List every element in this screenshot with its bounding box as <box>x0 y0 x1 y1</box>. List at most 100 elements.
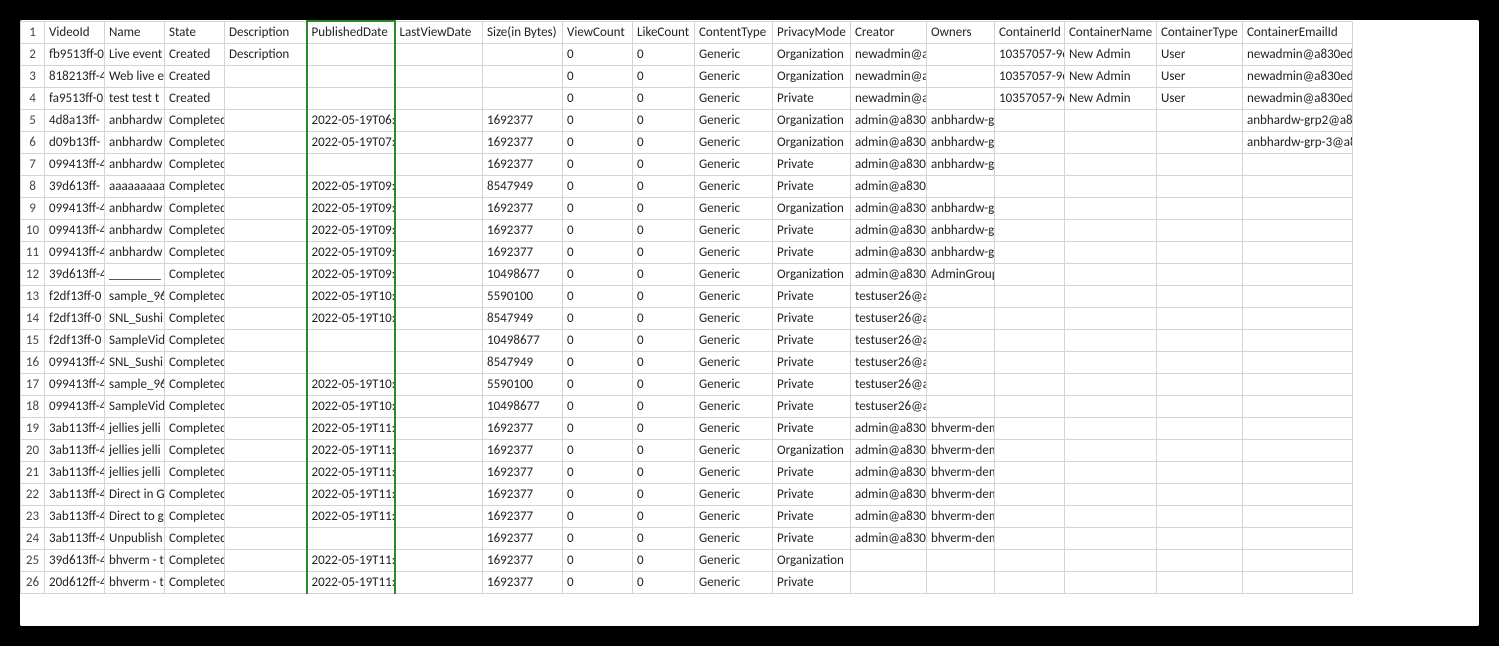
cell[interactable] <box>1157 395 1243 417</box>
cell[interactable]: SampleVid <box>105 329 165 351</box>
cell[interactable]: Completed <box>165 329 225 351</box>
column-header[interactable]: ContainerEmailId <box>1243 21 1353 43</box>
cell[interactable]: 0 <box>633 351 695 373</box>
cell[interactable]: Generic <box>695 219 773 241</box>
cell[interactable]: newadmin@a830edad905084986 <box>1243 43 1353 65</box>
cell[interactable]: 0 <box>563 351 633 373</box>
cell[interactable]: anbhardw-grp-3@a830edad9050849863E220330… <box>927 219 995 241</box>
cell[interactable]: Private <box>773 153 851 175</box>
cell[interactable]: 099413ff-4 <box>45 395 105 417</box>
cell[interactable]: anbhardw <box>105 109 165 131</box>
cell[interactable] <box>395 219 483 241</box>
cell[interactable]: Generic <box>695 329 773 351</box>
cell[interactable] <box>1157 351 1243 373</box>
cell[interactable]: jellies jelli <box>105 417 165 439</box>
cell[interactable]: 0 <box>633 87 695 109</box>
cell[interactable]: 099413ff-4 <box>45 197 105 219</box>
cell[interactable] <box>1065 197 1157 219</box>
cell[interactable] <box>395 285 483 307</box>
cell[interactable]: Organization <box>773 65 851 87</box>
cell[interactable]: 0 <box>633 571 695 593</box>
cell[interactable]: 0 <box>633 263 695 285</box>
cell[interactable] <box>851 571 927 593</box>
cell[interactable]: 2022-05-19T09:24:54.5274103 <box>307 175 395 197</box>
cell[interactable] <box>225 527 307 549</box>
cell[interactable] <box>1243 285 1353 307</box>
cell[interactable] <box>1065 329 1157 351</box>
cell[interactable]: Completed <box>165 417 225 439</box>
cell[interactable]: 1692377 <box>483 241 563 263</box>
cell[interactable]: bhverm-demo@a830edad9050849863E22033000.… <box>927 417 995 439</box>
cell[interactable] <box>225 351 307 373</box>
cell[interactable] <box>1157 131 1243 153</box>
cell[interactable] <box>1157 175 1243 197</box>
cell[interactable]: Completed <box>165 175 225 197</box>
cell[interactable] <box>927 549 995 571</box>
cell[interactable] <box>395 439 483 461</box>
cell[interactable] <box>225 505 307 527</box>
cell[interactable] <box>307 527 395 549</box>
cell[interactable]: admin@a830e <box>851 439 927 461</box>
cell[interactable]: 0 <box>633 505 695 527</box>
cell[interactable]: New Admin <box>1065 43 1157 65</box>
cell[interactable]: test test t <box>105 87 165 109</box>
row-number[interactable]: 20 <box>21 439 45 461</box>
cell[interactable]: 0 <box>633 329 695 351</box>
cell[interactable]: admin@a830e <box>851 527 927 549</box>
cell[interactable] <box>225 131 307 153</box>
cell[interactable] <box>225 483 307 505</box>
cell[interactable]: admin@a830e <box>851 241 927 263</box>
cell[interactable]: Description <box>225 43 307 65</box>
cell[interactable]: admin@a830e <box>851 219 927 241</box>
cell[interactable]: Private <box>773 527 851 549</box>
cell[interactable] <box>395 175 483 197</box>
cell[interactable] <box>307 65 395 87</box>
cell[interactable]: 0 <box>633 219 695 241</box>
cell[interactable]: 1692377 <box>483 505 563 527</box>
cell[interactable] <box>995 417 1065 439</box>
column-header[interactable]: Description <box>225 21 307 43</box>
cell[interactable]: admin@a830e <box>851 483 927 505</box>
cell[interactable]: Generic <box>695 263 773 285</box>
cell[interactable]: 10498677 <box>483 263 563 285</box>
cell[interactable]: 818213ff-4 <box>45 65 105 87</box>
cell[interactable]: newadmin@a830edad905084986 <box>1243 87 1353 109</box>
cell[interactable] <box>225 439 307 461</box>
cell[interactable]: Generic <box>695 461 773 483</box>
cell[interactable]: Completed <box>165 131 225 153</box>
cell[interactable]: 5590100 <box>483 373 563 395</box>
cell[interactable]: 2022-05-19T11:49:44.2162901 <box>307 439 395 461</box>
cell[interactable]: bhverm - t <box>105 549 165 571</box>
cell[interactable] <box>225 549 307 571</box>
cell[interactable] <box>225 307 307 329</box>
cell[interactable]: Private <box>773 351 851 373</box>
cell[interactable]: 0 <box>563 329 633 351</box>
column-header[interactable]: ViewCount <box>563 21 633 43</box>
cell[interactable] <box>995 153 1065 175</box>
cell[interactable] <box>1157 241 1243 263</box>
cell[interactable] <box>1243 219 1353 241</box>
cell[interactable] <box>395 87 483 109</box>
cell[interactable]: fa9513ff-0 <box>45 87 105 109</box>
cell[interactable]: Private <box>773 329 851 351</box>
cell[interactable]: 3ab113ff-4 <box>45 505 105 527</box>
cell[interactable]: anbhardw-grp-3@a830edad9050849863E220330… <box>927 153 995 175</box>
cell[interactable] <box>1065 549 1157 571</box>
cell[interactable]: 1692377 <box>483 461 563 483</box>
cell[interactable] <box>395 131 483 153</box>
cell[interactable]: admin@a830e <box>851 197 927 219</box>
cell[interactable] <box>1065 351 1157 373</box>
column-header[interactable]: LastViewDate <box>395 21 483 43</box>
cell[interactable]: f2df13ff-0 <box>45 285 105 307</box>
cell[interactable] <box>995 395 1065 417</box>
cell[interactable] <box>995 307 1065 329</box>
cell[interactable]: bhverm-demo@a830edad9050849863E22033000.… <box>927 527 995 549</box>
cell[interactable]: 39d613ff-4 <box>45 263 105 285</box>
cell[interactable]: 2022-05-19T10:41:01.85233Z <box>307 395 395 417</box>
cell[interactable]: anbhardw <box>105 197 165 219</box>
cell[interactable] <box>483 87 563 109</box>
cell[interactable] <box>225 395 307 417</box>
row-number[interactable]: 14 <box>21 307 45 329</box>
cell[interactable]: 0 <box>563 549 633 571</box>
cell[interactable] <box>395 329 483 351</box>
